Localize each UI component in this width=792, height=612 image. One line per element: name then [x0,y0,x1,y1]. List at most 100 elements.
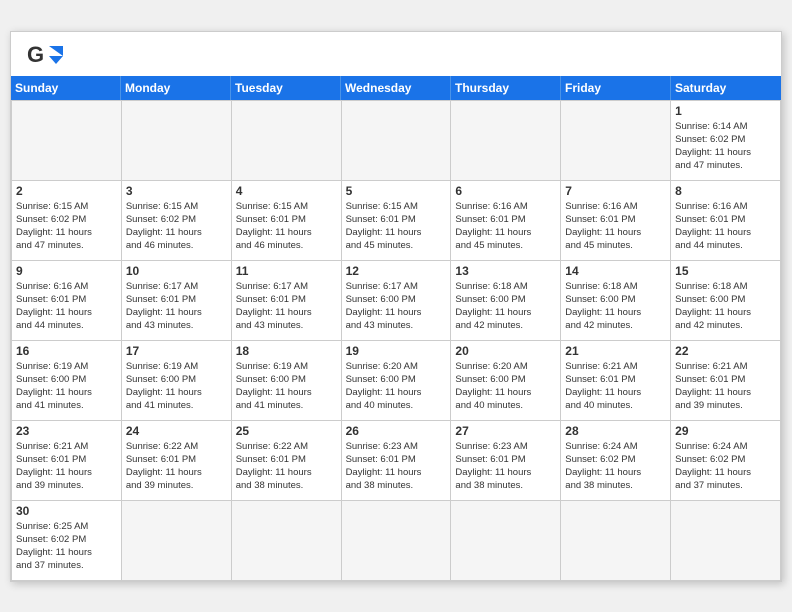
day-header-thursday: Thursday [451,76,561,100]
day-cell-12: 12 Sunrise: 6:17 AM Sunset: 6:00 PM Dayli… [342,261,452,341]
cell-info: Sunrise: 6:17 AM Sunset: 6:01 PM Dayligh… [236,280,337,333]
day-number: 2 [16,184,117,198]
cell-info: Sunrise: 6:21 AM Sunset: 6:01 PM Dayligh… [16,440,117,493]
day-cell-22: 22 Sunrise: 6:21 AM Sunset: 6:01 PM Dayli… [671,341,781,421]
day-cell-11: 11 Sunrise: 6:17 AM Sunset: 6:01 PM Dayli… [232,261,342,341]
day-cell-19: 19 Sunrise: 6:20 AM Sunset: 6:00 PM Dayli… [342,341,452,421]
cell-info: Sunrise: 6:22 AM Sunset: 6:01 PM Dayligh… [126,440,227,493]
day-number: 3 [126,184,227,198]
cell-info: Sunrise: 6:23 AM Sunset: 6:01 PM Dayligh… [346,440,447,493]
day-number: 22 [675,344,776,358]
day-cell-26: 26 Sunrise: 6:23 AM Sunset: 6:01 PM Dayli… [342,421,452,501]
calendar-header: G [11,32,781,76]
cell-info: Sunrise: 6:16 AM Sunset: 6:01 PM Dayligh… [565,200,666,253]
day-cell-24: 24Sunrise: 6:22 AM Sunset: 6:01 PM Dayli… [122,421,232,501]
day-cell-29: 29 Sunrise: 6:24 AM Sunset: 6:02 PM Dayli… [671,421,781,501]
empty-cell [232,101,342,181]
day-cell-9: 9 Sunrise: 6:16 AM Sunset: 6:01 PM Daylig… [12,261,122,341]
day-number: 26 [346,424,447,438]
logo-icon: G [27,42,63,70]
empty-cell [561,101,671,181]
cell-info: Sunrise: 6:19 AM Sunset: 6:00 PM Dayligh… [236,360,337,413]
empty-cell [451,101,561,181]
calendar-grid: 1 Sunrise: 6:14 AM Sunset: 6:02 PM Daylig… [11,100,781,581]
day-header-wednesday: Wednesday [341,76,451,100]
day-number: 21 [565,344,666,358]
day-number: 4 [236,184,337,198]
day-cell-15: 15 Sunrise: 6:18 AM Sunset: 6:00 PM Dayli… [671,261,781,341]
day-cell-5: 5 Sunrise: 6:15 AM Sunset: 6:01 PM Daylig… [342,181,452,261]
day-number: 6 [455,184,556,198]
day-number: 29 [675,424,776,438]
day-cell-17: 17 Sunrise: 6:19 AM Sunset: 6:00 PM Dayli… [122,341,232,421]
day-cell-30: 30Sunrise: 6:25 AM Sunset: 6:02 PM Dayli… [12,501,122,581]
day-number: 13 [455,264,556,278]
cell-info: Sunrise: 6:25 AM Sunset: 6:02 PM Dayligh… [16,520,117,573]
day-number: 14 [565,264,666,278]
cell-info: Sunrise: 6:14 AM Sunset: 6:02 PM Dayligh… [675,120,776,173]
cell-info: Sunrise: 6:16 AM Sunset: 6:01 PM Dayligh… [16,280,117,333]
empty-cell [12,101,122,181]
day-cell-23: 23 Sunrise: 6:21 AM Sunset: 6:01 PM Dayli… [12,421,122,501]
day-header-monday: Monday [121,76,231,100]
day-number: 15 [675,264,776,278]
cell-info: Sunrise: 6:17 AM Sunset: 6:00 PM Dayligh… [346,280,447,333]
logo: G [27,42,69,70]
day-cell-1: 1 Sunrise: 6:14 AM Sunset: 6:02 PM Daylig… [671,101,781,181]
day-number: 9 [16,264,117,278]
day-number: 1 [675,104,776,118]
day-number: 17 [126,344,227,358]
empty-cell [232,501,342,581]
day-number: 7 [565,184,666,198]
day-cell-25: 25Sunrise: 6:22 AM Sunset: 6:01 PM Dayli… [232,421,342,501]
cell-info: Sunrise: 6:17 AM Sunset: 6:01 PM Dayligh… [126,280,227,333]
empty-cell [342,501,452,581]
empty-cell [342,101,452,181]
cell-info: Sunrise: 6:24 AM Sunset: 6:02 PM Dayligh… [565,440,666,493]
cell-info: Sunrise: 6:20 AM Sunset: 6:00 PM Dayligh… [455,360,556,413]
cell-info: Sunrise: 6:15 AM Sunset: 6:01 PM Dayligh… [236,200,337,253]
day-cell-6: 6Sunrise: 6:16 AM Sunset: 6:01 PM Daylig… [451,181,561,261]
day-number: 12 [346,264,447,278]
cell-info: Sunrise: 6:23 AM Sunset: 6:01 PM Dayligh… [455,440,556,493]
cell-info: Sunrise: 6:18 AM Sunset: 6:00 PM Dayligh… [675,280,776,333]
day-number: 8 [675,184,776,198]
day-number: 23 [16,424,117,438]
day-number: 18 [236,344,337,358]
empty-cell [451,501,561,581]
cell-info: Sunrise: 6:18 AM Sunset: 6:00 PM Dayligh… [565,280,666,333]
day-number: 10 [126,264,227,278]
cell-info: Sunrise: 6:21 AM Sunset: 6:01 PM Dayligh… [675,360,776,413]
empty-cell [122,501,232,581]
day-cell-18: 18 Sunrise: 6:19 AM Sunset: 6:00 PM Dayli… [232,341,342,421]
cell-info: Sunrise: 6:15 AM Sunset: 6:01 PM Dayligh… [346,200,447,253]
day-cell-4: 4 Sunrise: 6:15 AM Sunset: 6:01 PM Daylig… [232,181,342,261]
day-number: 19 [346,344,447,358]
cell-info: Sunrise: 6:15 AM Sunset: 6:02 PM Dayligh… [126,200,227,253]
cell-info: Sunrise: 6:19 AM Sunset: 6:00 PM Dayligh… [126,360,227,413]
day-cell-8: 8Sunrise: 6:16 AM Sunset: 6:01 PM Daylig… [671,181,781,261]
day-header-saturday: Saturday [671,76,781,100]
day-cell-28: 28 Sunrise: 6:24 AM Sunset: 6:02 PM Dayli… [561,421,671,501]
day-number: 11 [236,264,337,278]
day-cell-13: 13 Sunrise: 6:18 AM Sunset: 6:00 PM Dayli… [451,261,561,341]
day-number: 5 [346,184,447,198]
day-cell-7: 7 Sunrise: 6:16 AM Sunset: 6:01 PM Daylig… [561,181,671,261]
day-cell-21: 21 Sunrise: 6:21 AM Sunset: 6:01 PM Dayli… [561,341,671,421]
day-number: 16 [16,344,117,358]
cell-info: Sunrise: 6:20 AM Sunset: 6:00 PM Dayligh… [346,360,447,413]
cell-info: Sunrise: 6:18 AM Sunset: 6:00 PM Dayligh… [455,280,556,333]
cell-info: Sunrise: 6:19 AM Sunset: 6:00 PM Dayligh… [16,360,117,413]
cell-info: Sunrise: 6:15 AM Sunset: 6:02 PM Dayligh… [16,200,117,253]
calendar-container: G SundayMondayTuesdayWednesdayThursdayFr… [10,31,782,582]
day-header-tuesday: Tuesday [231,76,341,100]
day-number: 28 [565,424,666,438]
day-header-friday: Friday [561,76,671,100]
day-cell-2: 2 Sunrise: 6:15 AM Sunset: 6:02 PM Daylig… [12,181,122,261]
cell-info: Sunrise: 6:24 AM Sunset: 6:02 PM Dayligh… [675,440,776,493]
cell-info: Sunrise: 6:21 AM Sunset: 6:01 PM Dayligh… [565,360,666,413]
day-cell-3: 3 Sunrise: 6:15 AM Sunset: 6:02 PM Daylig… [122,181,232,261]
day-cell-16: 16 Sunrise: 6:19 AM Sunset: 6:00 PM Dayli… [12,341,122,421]
day-headers: SundayMondayTuesdayWednesdayThursdayFrid… [11,76,781,100]
day-number: 20 [455,344,556,358]
